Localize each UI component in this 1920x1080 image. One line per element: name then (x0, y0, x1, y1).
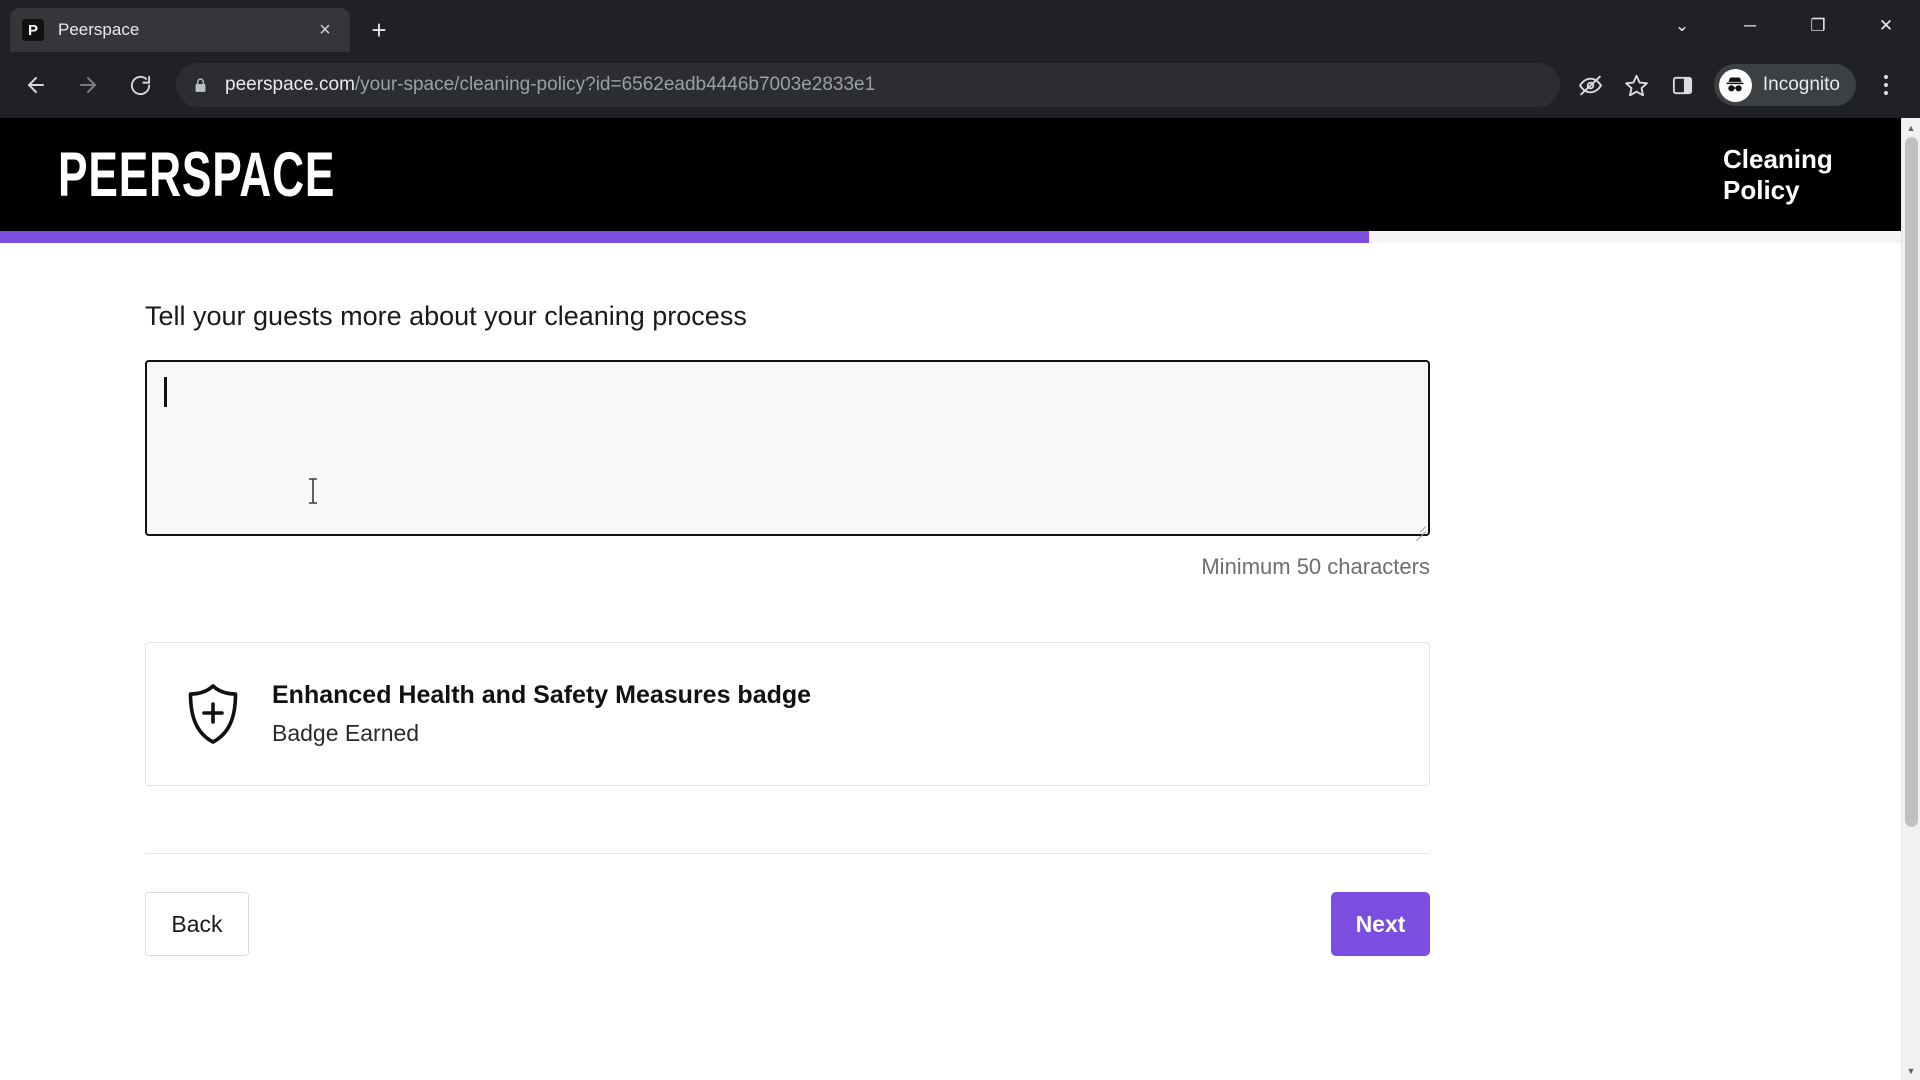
side-panel-icon[interactable] (1662, 64, 1704, 106)
badge-status: Badge Earned (272, 720, 420, 746)
badge-card: Enhanced Health and Safety Measures badg… (145, 642, 1430, 786)
step-title-line-1: Cleaning (1723, 143, 1833, 174)
profile-incognito-button[interactable]: Incognito (1713, 64, 1856, 106)
badge-title: Enhanced Health and Safety Measures badg… (272, 681, 812, 709)
peerspace-logo[interactable]: PEERSPACE (58, 143, 335, 206)
page-step-title: Cleaning Policy (1723, 144, 1843, 205)
scroll-up-icon[interactable]: ▲ (1902, 118, 1920, 137)
form-container: Tell your guests more about your cleanin… (145, 301, 1430, 956)
step-title-line-2: Policy (1723, 174, 1800, 205)
progress-bar (0, 231, 1901, 243)
maximize-window-icon[interactable]: ❐ (1784, 0, 1852, 52)
form-actions: Back Next (145, 892, 1430, 956)
url-host: peerspace.com (225, 74, 355, 95)
incognito-avatar-icon (1718, 68, 1752, 102)
back-icon[interactable] (14, 63, 58, 107)
minimize-all-icon[interactable]: ⌄ (1648, 0, 1716, 52)
page-scrollbar[interactable]: ▲ ▼ (1901, 118, 1920, 1080)
forward-icon[interactable] (66, 63, 110, 107)
peerspace-favicon: P (22, 19, 44, 41)
minimize-window-icon[interactable]: ─ (1716, 0, 1784, 52)
next-button[interactable]: Next (1331, 892, 1430, 956)
tab-strip: P Peerspace × + ⌄ ─ ❐ ✕ (0, 0, 1920, 52)
close-window-icon[interactable]: ✕ (1852, 0, 1920, 52)
page-title: Tell your guests more about your cleanin… (145, 301, 747, 331)
url-text: peerspace.com/your-space/cleaning-policy… (225, 74, 875, 96)
profile-label: Incognito (1762, 74, 1840, 95)
address-bar[interactable]: peerspace.com/your-space/cleaning-policy… (176, 63, 1560, 107)
cleaning-process-textarea[interactable] (145, 360, 1430, 542)
shield-plus-icon (186, 683, 244, 745)
close-tab-icon[interactable]: × (312, 17, 338, 43)
scroll-down-icon[interactable]: ▼ (1902, 1061, 1920, 1080)
badge-text: Enhanced Health and Safety Measures badg… (272, 681, 811, 747)
back-button[interactable]: Back (145, 892, 249, 956)
browser-tab-peerspace[interactable]: P Peerspace × (10, 8, 350, 52)
browser-window: P Peerspace × + ⌄ ─ ❐ ✕ peerspace.com/yo… (0, 0, 1920, 1080)
url-path: /your-space/cleaning-policy?id=6562eadb4… (354, 74, 876, 95)
site-header: PEERSPACE Cleaning Policy (0, 118, 1901, 231)
bookmark-star-icon[interactable] (1616, 64, 1658, 106)
progress-bar-fill (0, 231, 1369, 243)
section-divider (145, 853, 1430, 854)
page-content: Tell your guests more about your cleanin… (0, 243, 1901, 1080)
browser-toolbar: peerspace.com/your-space/cleaning-policy… (0, 52, 1920, 118)
text-caret (164, 377, 167, 407)
page-viewport: PEERSPACE Cleaning Policy Tell your gues… (0, 118, 1920, 1080)
reload-icon[interactable] (118, 63, 162, 107)
kebab-menu-icon[interactable] (1866, 63, 1906, 107)
character-minimum-hint: Minimum 50 characters (1201, 554, 1430, 579)
scrollbar-thumb[interactable] (1905, 137, 1918, 827)
new-tab-button[interactable]: + (360, 11, 398, 49)
third-party-cookie-blocked-icon[interactable] (1570, 64, 1612, 106)
textarea-resize-handle[interactable] (1412, 518, 1426, 542)
tab-title: Peerspace (58, 20, 140, 39)
toolbar-icons: Incognito (1570, 63, 1906, 107)
lock-icon (192, 77, 209, 94)
window-controls: ⌄ ─ ❐ ✕ (1648, 0, 1920, 52)
peerspace-page: PEERSPACE Cleaning Policy Tell your gues… (0, 118, 1901, 1080)
